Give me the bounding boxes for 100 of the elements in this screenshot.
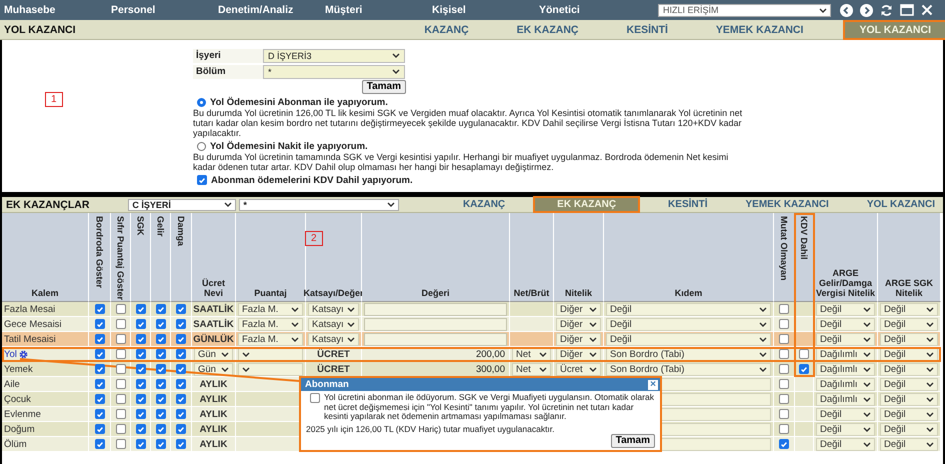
dropdown[interactable]: Ücret [556, 362, 601, 376]
row-label-cell: Ölüm [2, 437, 89, 452]
column-header: SGK [131, 213, 151, 302]
page-title: EK KAZANÇLAR [5, 198, 90, 210]
tab[interactable]: KESİNTİ [620, 22, 674, 38]
column-header: Damga [171, 213, 192, 302]
annotation-label: 2 [305, 231, 323, 246]
tab[interactable]: YEMEK KAZANCI [738, 198, 837, 211]
column-header: Ücret Nevi [192, 213, 236, 302]
column-header: Kalem [2, 213, 89, 302]
dropdown[interactable]: Diğer [556, 318, 601, 330]
dropdown[interactable]: Katsayı [308, 318, 359, 330]
column-header: Net/Brüt [510, 213, 554, 302]
row-label-cell: Yemek [2, 362, 89, 377]
dropdown[interactable]: Diğer [556, 332, 601, 346]
table-cell: AYLIK [192, 377, 236, 392]
column-header: Mutat Olmayan [774, 213, 795, 302]
row-label-cell: Aile [2, 377, 89, 392]
table-cell: AYLIK [192, 407, 236, 422]
table-cell: 300,00 [362, 362, 510, 377]
column-header: Bordroda Göster [89, 213, 111, 302]
table-cell: AYLIK [192, 437, 236, 452]
dropdown[interactable]: Son Bordro (Tabi) [606, 362, 771, 376]
tab[interactable]: YOL KAZANCI [858, 198, 943, 211]
dropdown[interactable]: Değil [880, 362, 938, 376]
menu-item[interactable]: Kişisel [428, 4, 535, 16]
dropdown[interactable]: Değil [606, 318, 771, 330]
ok-button[interactable]: Tamam [610, 434, 655, 448]
column-header: Gelir [151, 213, 171, 302]
field-label: İşyeri [193, 48, 263, 62]
dropdown[interactable]: Değil [880, 422, 938, 436]
dropdown[interactable]: * [263, 64, 405, 78]
dropdown[interactable]: Değil [880, 302, 938, 316]
tab[interactable]: KESİNTİ [660, 198, 716, 211]
dropdown[interactable]: Değil [606, 302, 771, 316]
column-header: Nitelik [554, 213, 604, 302]
dropdown[interactable]: Değil [816, 438, 875, 450]
close-button[interactable]: × [648, 380, 658, 390]
dropdown[interactable]: Dağılımlı [816, 378, 875, 390]
menu-item[interactable]: Denetim/Analiz [214, 4, 321, 16]
dropdown[interactable]: Dağılımlı [816, 392, 875, 406]
dropdown[interactable]: Katsayı [308, 302, 359, 316]
dropdown[interactable]: Fazla M. [238, 302, 303, 316]
column-header: Sıfır Puantaj Göster [111, 213, 131, 302]
dropdown[interactable]: Değil [816, 422, 875, 436]
menu-item[interactable]: Müşteri [321, 4, 428, 16]
section-dropdown[interactable]: * [239, 198, 400, 210]
row-label-cell: Fazla Mesai [2, 302, 89, 317]
dropdown[interactable]: Değil [816, 408, 875, 420]
dialog-note: 2025 yılı için 126,00 TL (KDV Hariç) tutar muafiyet uygulanacaktır. [306, 424, 556, 434]
row-label-cell: Tatil Mesaisi [2, 332, 89, 347]
dropdown[interactable]: Katsayı [308, 332, 359, 346]
option-description: Bu durumda Yol ücretinin tamamında SGK ve Vergi kesintisi yapılır. Herhangi bir muafiyet uygulanmaz. Bordroda ödemenin Net kesimi kadar ödenen tutar artar. KDV Dahil olup olmaması her hangi bir hesaplamayı değiştirmez. [193, 152, 730, 172]
dropdown[interactable]: Dağılımlı [816, 362, 875, 376]
page-title: YOL KAZANCI [3, 24, 76, 36]
table-cell: GÜNLÜK [192, 332, 236, 347]
option-label: Abonman ödemelerini KDV Dahil yapıyorum. [211, 174, 413, 186]
dropdown[interactable]: Net [512, 362, 551, 376]
menu-item[interactable]: Muhasebe [0, 4, 107, 16]
tab[interactable]: KAZANÇ [418, 22, 475, 38]
row-label-cell: Çocuk [2, 392, 89, 407]
quick-access-dropdown[interactable]: HIZLI ERİŞİM [658, 4, 831, 16]
menu-item[interactable]: Yönetici [535, 4, 642, 16]
company-dropdown[interactable]: C İŞYERİ [128, 198, 236, 210]
dropdown[interactable]: Değil [880, 378, 938, 390]
dropdown[interactable]: Değil [606, 332, 771, 346]
field-label: Bölüm [193, 64, 263, 78]
dropdown[interactable]: Değil [816, 302, 875, 316]
dialog-title: Abonman [305, 379, 349, 390]
annotation-label: 1 [45, 92, 63, 107]
table-cell: AYLIK [192, 392, 236, 407]
table-cell: SAATLİK [192, 317, 236, 332]
ok-button[interactable]: Tamam [362, 80, 406, 94]
dropdown[interactable]: Fazla M. [238, 318, 303, 330]
tab[interactable]: KAZANÇ [454, 198, 514, 211]
table-cell: SAATLİK [192, 302, 236, 317]
menu-item[interactable]: Personel [107, 4, 214, 16]
option-label: Yol ücretini abonman ile ödüyorum. SGK ve Vergi Muafiyeti uygulansın. Otomatik olarak net ücret değişmemesi için "Yol Kesinti" tanımı yapılır. Yol ücretinin net tutarı kadar kesinti yapılarak net ödemenin artmaması yapılmaması sağlanır. [324, 393, 655, 422]
tab[interactable]: YEMEK KAZANCI [710, 22, 810, 38]
dropdown[interactable]: D İŞYERİ3 [263, 48, 405, 62]
table-cell: AYLIK [192, 422, 236, 437]
column-header: ARGE SGK Nitelik [878, 213, 941, 302]
row-label-cell: Evlenme [2, 407, 89, 422]
dropdown[interactable]: Fazla M. [238, 332, 303, 346]
dropdown[interactable]: Değil [880, 408, 938, 420]
column-header: ARGE Gelir/Damga Vergisi Nitelik [814, 213, 878, 302]
dropdown[interactable]: Değil [880, 332, 938, 346]
dropdown[interactable]: Değil [880, 318, 938, 330]
option-label: Yol Ödemesini Abonman ile yapıyorum. [210, 96, 388, 108]
tab[interactable]: EK KAZANÇ [510, 22, 584, 38]
dropdown[interactable]: Diğer [556, 302, 601, 316]
column-header: Kıdem [604, 213, 774, 302]
dropdown[interactable]: Değil [880, 392, 938, 406]
option-description: Bu durumda Yol ücretinin 126,00 TL lik kesimi SGK ve Vergiden muaf olacaktır. Ayrıca Yol Kesintisi otomatik tanımlanarak Yol ücretinin net tutarı kadar olan kesim bordro net tutarını değiştirmeyecek şekilde uygulanacaktır. KDV Dahil seçilirse Vergi İstisna Tutarı 120+KDV kadar yapılacaktır. [193, 108, 744, 138]
row-label-cell: Doğum [2, 422, 89, 437]
dropdown[interactable]: Değil [880, 438, 938, 450]
option-label: Yol Ödemesini Nakit ile yapıyorum. [210, 140, 368, 152]
dropdown[interactable]: Değil [816, 332, 875, 346]
column-header: Değeri [362, 213, 510, 302]
dropdown[interactable]: Değil [816, 318, 875, 330]
